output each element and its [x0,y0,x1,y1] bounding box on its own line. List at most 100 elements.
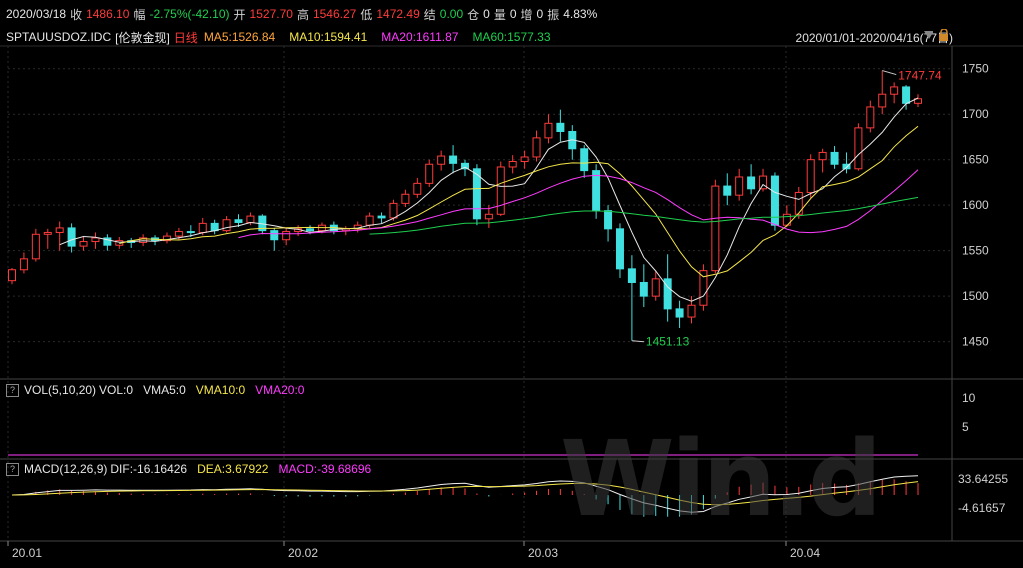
candle-body [198,222,207,233]
candle-body [234,219,243,223]
ma20-line [238,169,919,239]
ma5-legend: MA5:1526.84 [203,30,276,44]
oi-label: 仓 [467,7,480,22]
candle-body [687,304,696,318]
candle-body [615,228,624,270]
candle-body [866,106,875,129]
candle-body [425,163,434,184]
y-tick-label: 1600 [962,198,989,212]
candle-body [735,176,744,196]
candle-body [723,185,732,196]
candle-body [282,231,291,241]
y-tick-label: 1650 [962,153,989,167]
candle-body [890,86,899,95]
low-annotation: 1451.13 [646,335,690,349]
close-label: 收 [70,7,83,22]
vma5-value: VMA5:0 [143,383,186,397]
macd-tick-high: 33.64255 [958,472,1009,486]
vol-title: VOL(5,10,20) [24,383,97,397]
candle-body [639,281,648,297]
low-label: 低 [360,7,373,22]
ma5-line [59,97,919,302]
incr-label: 增 [520,7,533,22]
candle-body [31,233,40,260]
candle-body [818,151,827,161]
open-label: 开 [233,7,246,22]
candle-body [854,127,863,170]
candle-body [8,269,16,282]
vol-help-icon[interactable]: ? [6,383,19,397]
candle-body [306,228,315,232]
dropdown-triangle-icon[interactable] [923,29,933,41]
candle-body [508,161,517,168]
vma20-value: VMA20:0 [255,383,305,397]
y-tick-label: 1500 [962,289,989,303]
x-tick-mar: 20.03 [528,546,559,560]
macd-value: MACD:-39.68696 [278,462,372,476]
period-label[interactable]: 日线 [174,29,198,46]
x-tick-apr: 20.04 [790,546,821,560]
candle-body [711,185,720,272]
candle-body [902,86,911,104]
settle-value: 0.00 [439,7,464,21]
x-tick-jan: 20.01 [12,546,43,560]
candle-body [222,219,231,232]
candle-body [377,215,386,219]
candle-body [747,176,756,190]
macd-tick-low: -4.61657 [958,501,1006,515]
vol-tick-5: 5 [962,420,969,434]
amp-label: 振 [547,7,560,22]
change-value: -2.75%(-42.10) [149,7,230,21]
high-annotation: 1747.74 [898,69,942,83]
x-tick-feb: 20.02 [288,546,319,560]
high-marker-line [882,70,897,76]
candle-body [449,155,458,164]
y-tick-label: 1700 [962,107,989,121]
candle-body [246,215,255,223]
candle-body [544,122,553,139]
candle-body [651,278,660,297]
lock-icon[interactable] [938,29,948,41]
ma10-legend: MA10:1594.41 [289,30,368,44]
amp-value: 4.83% [563,7,598,21]
candle-body [556,122,565,133]
y-tick-label: 1750 [962,62,989,76]
close-value: 1486.10 [86,7,130,21]
candle-body [604,210,613,230]
dif-value: DIF:-16.16426 [110,462,188,476]
high-value: 1546.27 [312,7,357,21]
symbol-name: [伦敦金现] [115,30,170,45]
candle-body [55,227,64,233]
candle-body [532,137,541,158]
candle-body [389,202,398,219]
candle-body [580,148,589,172]
ma20-legend: MA20:1611.87 [381,30,459,44]
vol-label: 量 [493,7,506,22]
dea-value: DEA:3.67922 [197,462,269,476]
candle-body [878,93,887,108]
candle-body [365,215,374,226]
macd-title: MACD(12,26,9) [24,462,108,476]
macd-legend: ? MACD(12,26,9) DIF:-16.16426 DEA:3.6792… [6,461,371,477]
vol-legend: ? VOL(5,10,20) VOL:0 VMA5:0 VMA10:0 VMA2… [6,382,304,398]
vol-value: VOL:0 [99,383,134,397]
high-label: 高 [296,7,309,22]
candle-body [794,191,803,215]
change-label: 幅 [133,7,146,22]
symbol-code: SPTAUUSDOZ.IDC [6,30,112,44]
candle-body [43,231,52,235]
quote-header: 2020/03/18 收 1486.10 幅 -2.75%(-42.10) 开 … [0,0,1023,28]
candle-body [67,227,76,247]
macd-help-icon[interactable]: ? [6,462,19,476]
candle-body [91,237,100,243]
candle-body [520,156,529,163]
candle-body [675,308,684,318]
candle-body [270,230,279,241]
candle-body [806,159,815,193]
vma10-value: VMA10:0 [195,383,246,397]
candle-body [437,155,446,165]
settle-label: 结 [423,7,436,22]
incr-value: 0 [536,7,544,21]
candle-body [413,182,422,195]
candle-body [210,222,219,232]
